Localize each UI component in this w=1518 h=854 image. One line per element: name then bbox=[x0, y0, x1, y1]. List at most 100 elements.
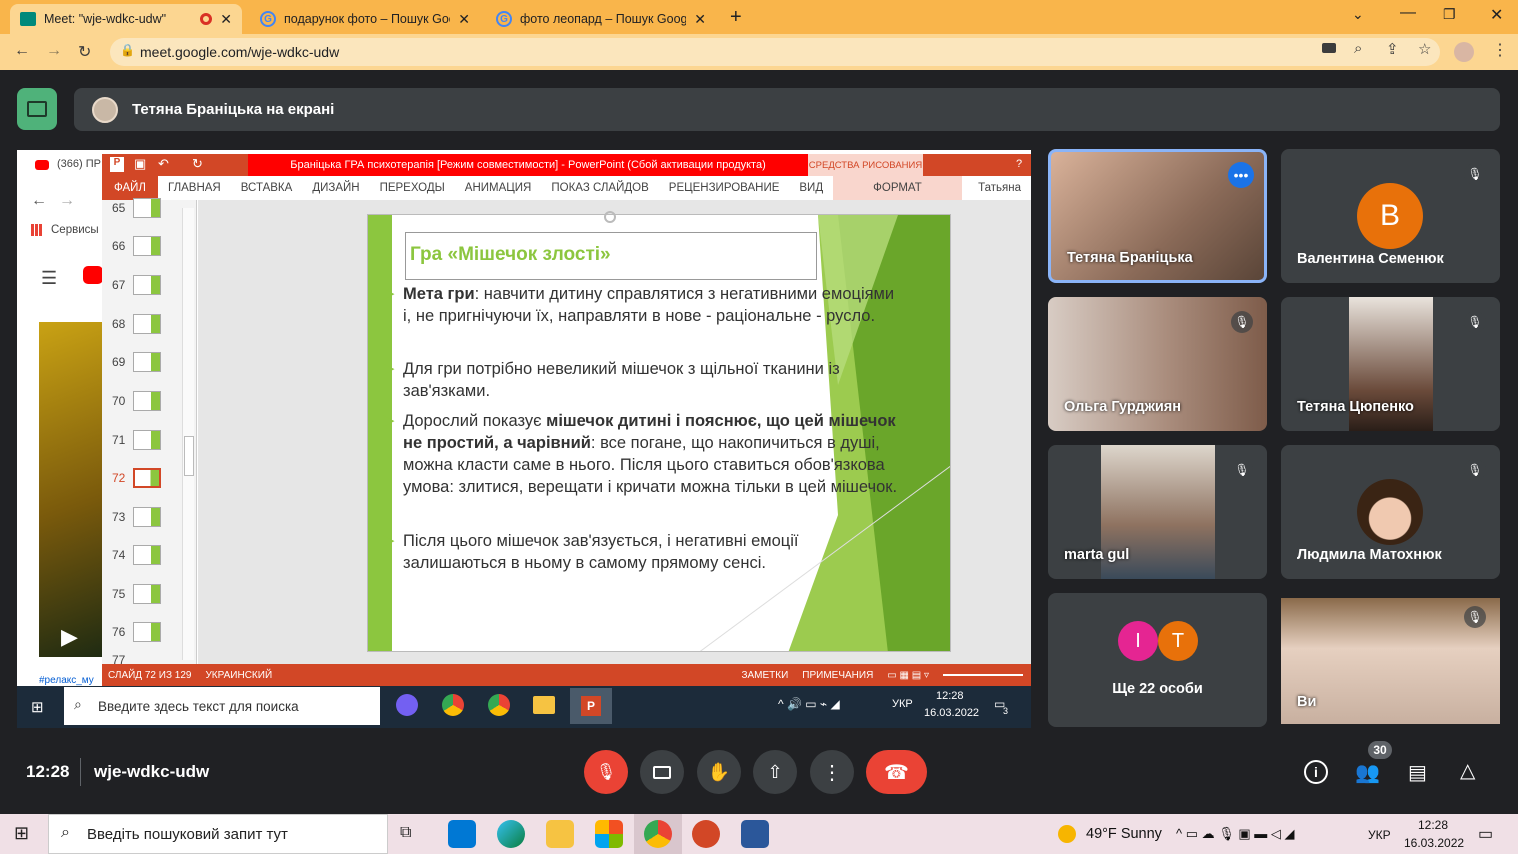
ppt-ribbon-menu: ФАЙЛ ГЛАВНАЯ ВСТАВКА ДИЗАЙН ПЕРЕХОДЫ АНИ… bbox=[102, 176, 1031, 200]
chat-icon[interactable]: ▤ bbox=[1408, 760, 1427, 785]
menu-view: ВИД bbox=[799, 182, 824, 194]
close-tab-icon[interactable]: ✕ bbox=[458, 11, 470, 28]
close-tab-icon[interactable]: ✕ bbox=[220, 11, 232, 28]
notifications-icon[interactable]: ▭ bbox=[1478, 824, 1493, 844]
thumbs-scrollbar bbox=[182, 208, 194, 660]
self-view-tile[interactable]: 🎙 Ви bbox=[1281, 598, 1500, 724]
raise-hand-button[interactable]: ✋ bbox=[697, 750, 741, 794]
play-icon: ▶ bbox=[61, 624, 78, 649]
participant-tile[interactable]: ••• Тетяна Браніцька bbox=[1048, 149, 1267, 283]
forward-icon[interactable]: → bbox=[46, 42, 62, 60]
chrome-icon bbox=[644, 820, 672, 848]
redo-icon: ↻ bbox=[192, 156, 203, 171]
thumb-number: 77 bbox=[112, 655, 126, 664]
back-icon[interactable]: ← bbox=[14, 42, 30, 60]
end-call-button[interactable]: ☎ bbox=[866, 750, 927, 794]
activities-icon[interactable]: △ bbox=[1460, 758, 1475, 783]
tab-title: Meet: "wje-wdkc-udw" bbox=[44, 12, 167, 26]
task-view-icon[interactable]: ⧉ bbox=[400, 824, 411, 842]
taskbar-search-box[interactable]: ⌕ Введіть пошуковий запит тут bbox=[48, 814, 388, 854]
participant-tile[interactable]: 🎙 B Валентина Семенюк bbox=[1281, 149, 1500, 283]
menu-insert: ВСТАВКА bbox=[240, 182, 293, 194]
presentation-layout-button[interactable] bbox=[17, 88, 57, 130]
drawing-tools-label: СРЕДСТВА РИСОВАНИЯ bbox=[808, 154, 923, 176]
mail-icon[interactable] bbox=[448, 820, 476, 848]
bullet-text: : навчити дитину справлятися з негативни… bbox=[403, 285, 895, 325]
maximize-button[interactable]: ❐ bbox=[1443, 6, 1456, 23]
address-input[interactable]: 🔒 meet.google.com/wje-wdkc-udw bbox=[110, 38, 1440, 66]
avatar: I bbox=[1118, 621, 1158, 661]
clock-date[interactable]: 16.03.2022 bbox=[1404, 836, 1464, 850]
sun-icon[interactable] bbox=[1058, 825, 1076, 843]
ppt-status-bar: СЛАЙД 72 ИЗ 129 УКРАИНСКИЙ ЗАМЕТКИ ПРИМЕ… bbox=[102, 664, 1031, 686]
hand-icon: ✋ bbox=[707, 761, 731, 782]
weather-label[interactable]: 49°F Sunny bbox=[1086, 826, 1162, 842]
people-icon[interactable]: 👥 bbox=[1355, 760, 1380, 785]
participant-tile[interactable]: 🎙 Ольга Гурджиян bbox=[1048, 297, 1267, 431]
file-explorer-icon[interactable] bbox=[546, 820, 574, 848]
hamburger-icon: ☰ bbox=[41, 268, 58, 288]
tab-leopard-search[interactable]: G фото леопард – Пошук Google ✕ bbox=[486, 4, 716, 34]
recording-dot-icon bbox=[200, 13, 213, 25]
store-icon[interactable] bbox=[595, 820, 623, 848]
participant-tile[interactable]: 🎙 Людмила Матохнюк bbox=[1281, 445, 1500, 579]
minimize-button[interactable]: — bbox=[1400, 4, 1416, 22]
zoom-icon[interactable]: ⌕ bbox=[1354, 40, 1362, 57]
profile-avatar[interactable] bbox=[1454, 42, 1474, 62]
rotate-handle-icon bbox=[604, 211, 616, 223]
meeting-time: 12:28 bbox=[26, 762, 70, 781]
close-window-button[interactable]: ✕ bbox=[1490, 5, 1503, 25]
people-count-badge: 30 bbox=[1368, 741, 1392, 759]
clock-time[interactable]: 12:28 bbox=[1418, 818, 1448, 832]
language-indicator[interactable]: УКР bbox=[1368, 828, 1391, 842]
participant-tile[interactable]: 🎙 marta gul bbox=[1048, 445, 1267, 579]
windows-logo-icon: ⊞ bbox=[31, 699, 44, 716]
tab-meet[interactable]: Meet: "wje-wdkc-udw" ✕ bbox=[10, 4, 242, 34]
system-tray-icons[interactable]: ^ ▭ ☁ 🎙 ▣ ▬ ◁ ◢ bbox=[1176, 826, 1294, 842]
url-text: meet.google.com/wje-wdkc-udw bbox=[140, 44, 340, 60]
search-icon: ⌕ bbox=[74, 696, 82, 712]
ppt-title: Браніцька ГРА психотерапія [Режим совмес… bbox=[248, 154, 808, 176]
camera-icon[interactable] bbox=[1322, 43, 1336, 53]
participant-name: marta gul bbox=[1064, 547, 1130, 563]
thumb-number: 65 bbox=[112, 201, 126, 215]
more-menu-icon[interactable]: ⋮ bbox=[1492, 40, 1508, 60]
edge-icon[interactable] bbox=[497, 820, 525, 848]
word-icon[interactable] bbox=[741, 820, 769, 848]
new-tab-button[interactable]: + bbox=[730, 6, 742, 29]
bullet-text: Дорослий показує bbox=[403, 412, 547, 430]
mic-off-button[interactable]: 🎙 bbox=[584, 750, 628, 794]
camera-button[interactable] bbox=[640, 750, 684, 794]
presenting-banner: Тетяна Браніцька на екрані bbox=[74, 88, 1500, 131]
comments-label: ПРИМЕЧАНИЯ bbox=[802, 669, 874, 681]
apps-icon bbox=[31, 224, 43, 236]
language-label: УКРАИНСКИЙ bbox=[205, 669, 273, 681]
more-participants-label: Ще 22 особи bbox=[1112, 681, 1203, 697]
bookmark-star-icon[interactable]: ☆ bbox=[1418, 40, 1431, 58]
powerpoint-icon[interactable] bbox=[692, 820, 720, 848]
info-icon[interactable]: i bbox=[1304, 760, 1328, 784]
windows-start-icon[interactable]: ⊞ bbox=[14, 823, 29, 844]
slide-thumbnail bbox=[133, 236, 162, 256]
present-button[interactable]: ⇧ bbox=[753, 750, 797, 794]
hang-up-icon: ☎ bbox=[884, 761, 909, 784]
divider bbox=[80, 758, 81, 786]
slide-thumbnail bbox=[133, 622, 162, 642]
presenting-label: Тетяна Браніцька на екрані bbox=[132, 101, 335, 118]
tab-search-icon[interactable]: ⌄ bbox=[1352, 6, 1364, 23]
google-icon: G bbox=[496, 11, 512, 27]
more-options-icon[interactable]: ••• bbox=[1228, 162, 1254, 188]
reload-icon[interactable]: ↻ bbox=[78, 42, 91, 62]
close-tab-icon[interactable]: ✕ bbox=[694, 11, 706, 28]
ppt-user: Татьяна bbox=[978, 182, 1021, 194]
chrome-taskbar-active[interactable] bbox=[634, 814, 682, 854]
tab-title: фото леопард – Пошук Google bbox=[520, 12, 687, 26]
more-options-button[interactable]: ⋮ bbox=[810, 750, 854, 794]
shared-date: 16.03.2022 bbox=[924, 707, 980, 719]
participant-tile[interactable]: 🎙 Тетяна Цюпенко bbox=[1281, 297, 1500, 431]
slide-thumbnails: 65 66 67 68 69 70 71 72 73 74 75 76 77 bbox=[102, 198, 197, 664]
share-icon[interactable]: ⇪ bbox=[1386, 40, 1399, 58]
more-participants-tile[interactable]: I T Ще 22 особи bbox=[1048, 593, 1267, 727]
slide-thumbnail bbox=[133, 507, 162, 527]
tab-gift-search[interactable]: G подарунок фото – Пошук Google ✕ bbox=[250, 4, 480, 34]
